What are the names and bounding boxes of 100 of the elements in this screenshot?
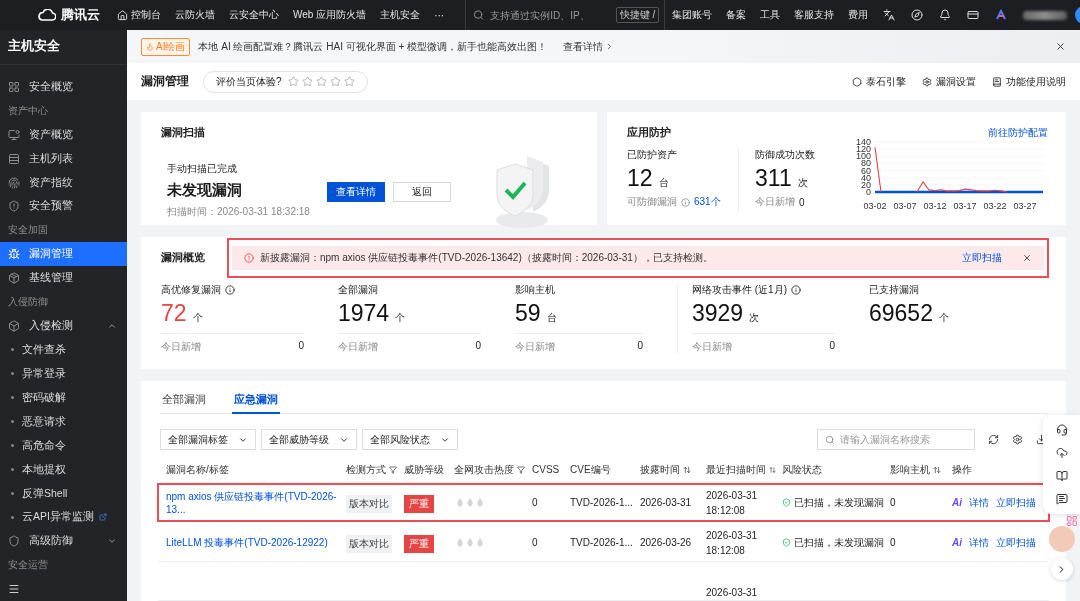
metric-sub-link[interactable]: 631个 [694,195,721,209]
filter-icon[interactable] [389,465,397,474]
sidebar-subitem[interactable]: 高危命令 [0,433,127,458]
header-action-link[interactable]: 功能使用说明 [992,74,1066,89]
search-field[interactable]: 请输入漏洞名称搜索 [817,429,975,450]
refresh-icon[interactable] [988,434,999,445]
metric-label: 防御成功次数 [755,148,816,162]
sidebar-subitem[interactable]: 异常登录 [0,361,127,386]
sidebar-item[interactable]: 安全概览 [0,74,127,99]
sidebar-section-label: 安全运营 [7,558,49,573]
sort-icon[interactable] [683,465,691,474]
sidebar-item[interactable]: 高级防御 [0,529,127,554]
sort-icon[interactable] [769,465,776,474]
star-icon[interactable] [301,76,313,87]
x-tick-label: 03-02 [863,201,887,211]
stat-unit: 台 [546,311,557,325]
sidebar-subitem[interactable]: 文件查杀 [0,338,127,362]
stat-label: 网络攻击事件 (近1月) [692,283,787,297]
filter-dropdown[interactable]: 全部风险状态 [362,429,458,450]
stat-label: 高优修复漏洞 [161,283,221,297]
card-icon[interactable] [967,9,980,21]
row-action-link[interactable]: 立即扫描 [996,495,1036,510]
sidebar-item[interactable]: 主机列表 [0,146,127,171]
nav-link[interactable]: 工具 [753,8,788,22]
sidebar-item[interactable]: 漏洞管理 [0,242,127,267]
status-text: 已扫描，未发现漏洞 [794,495,884,510]
tab[interactable]: 应急漏洞 [232,389,280,414]
nav-link[interactable]: 费用 [841,8,876,22]
book-icon[interactable] [1055,470,1068,482]
filter-dropdown[interactable]: 全部威胁等级 [261,429,357,450]
scan-now-link[interactable]: 立即扫描 [962,251,1002,265]
column-header: 全网攻击热度 [454,462,514,477]
nav-link[interactable]: 备案 [719,8,754,22]
stat-unit: 个 [192,311,203,325]
row-action-link[interactable]: 立即扫描 [996,535,1036,550]
filter-dropdown[interactable]: 全部漏洞标签 [160,429,256,450]
primary-button[interactable]: 查看详情 [327,182,385,202]
ai-assistant-link[interactable]: Ai [952,497,962,509]
card-title: 应用防护 [627,126,671,140]
close-button[interactable] [1055,41,1066,52]
bullet-icon [11,420,14,424]
table-cell-text: 2026-03-26 [639,537,693,549]
sidebar-subitem[interactable]: 云API异常监测 [0,505,127,530]
close-button[interactable] [1022,253,1032,263]
sidebar-item[interactable]: 基线管理 [0,266,127,291]
banner-link[interactable]: 查看详情 [563,39,615,54]
sidebar-subitem[interactable]: 恶意请求 [0,409,127,434]
filter-icon[interactable] [517,465,525,474]
scan-status: 手动扫描已完成 [167,161,238,176]
ai-badge: AI绘画 [141,37,191,56]
star-icon[interactable] [287,76,299,87]
headset-icon[interactable] [1055,424,1068,436]
sidebar-item-label: 本地提权 [22,462,66,477]
language-icon[interactable] [883,9,896,21]
feedback-icon[interactable] [1055,493,1068,505]
settings-icon[interactable] [1012,434,1023,445]
severity-tag: 严重 [404,494,434,513]
scan-time: 扫描时间：2026-03-31 18:32:18 [167,204,311,219]
nav-link[interactable]: 云防火墙 [168,8,222,22]
cloud-icon[interactable] [1055,447,1068,459]
config-link[interactable]: 前往防护配置 [988,126,1048,140]
colorful-logo-icon[interactable] [995,9,1008,21]
nav-link[interactable]: 集团账号 [665,8,720,22]
sidebar-item[interactable]: 资产指纹 [0,170,127,195]
tab[interactable]: 全部漏洞 [160,389,208,414]
page-title: 漏洞管理 [141,74,189,89]
sidebar-subitem[interactable]: 密码破解 [0,385,127,410]
nav-link[interactable]: 客服支持 [787,8,842,22]
nav-link[interactable]: 云安全中心 [222,8,286,22]
header-action-link[interactable]: 漏洞设置 [922,74,976,89]
star-icon[interactable] [329,76,341,87]
table-cell-text: 2026-03-31 [705,586,759,600]
sidebar-item[interactable]: 安全预警 [0,194,127,219]
nav-link[interactable]: 主机安全 [373,8,428,22]
alert-icon [244,253,254,263]
bullet-icon [11,444,14,448]
sidebar-subitem[interactable]: 本地提权 [0,457,127,482]
row-action-link[interactable]: 详情 [969,535,989,550]
secondary-button[interactable]: 返回 [393,182,451,202]
star-icon[interactable] [315,76,327,87]
vulnerability-link[interactable]: npm axios 供应链投毒事件(TVD-2026-13... [166,489,340,516]
stat-label: 全部漏洞 [338,283,378,297]
sidebar-item[interactable]: 资产概览 [0,122,127,147]
vulnerability-link[interactable]: LiteLLM 投毒事件(TVD-2026-12922) [166,536,340,550]
sort-icon[interactable] [933,465,941,474]
nav-link[interactable]: 控制台 [110,8,168,22]
sidebar-item-label: 异常登录 [22,366,66,381]
metric-label: 已防护资产 [627,148,678,162]
sidebar-item[interactable]: 入侵检测 [0,314,127,338]
ai-assistant-link[interactable]: Ai [952,537,962,549]
sidebar-subitem[interactable]: 反弹Shell [0,481,127,506]
compass-icon[interactable] [911,9,924,21]
bell-icon[interactable] [939,9,952,21]
stat-footer-label: 今日新增 [692,340,732,354]
more-menu[interactable]: ··· [427,9,452,21]
status-text: 已扫描，未发现漏洞 [794,535,884,550]
star-icon[interactable] [343,76,355,87]
row-action-link[interactable]: 详情 [969,495,989,510]
header-action-link[interactable]: 泰石引擎 [852,74,906,89]
nav-link[interactable]: Web 应用防火墙 [286,8,374,22]
